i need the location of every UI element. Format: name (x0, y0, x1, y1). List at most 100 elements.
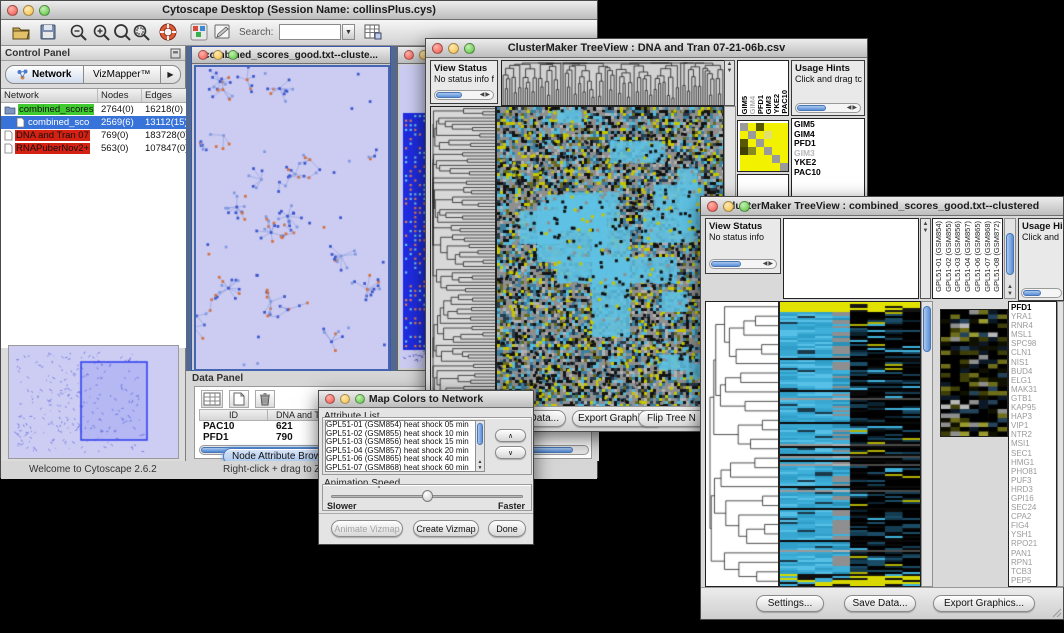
gene-list-item[interactable]: MSL1 (1011, 330, 1056, 339)
create-vizmap-button[interactable]: Create Vizmap (413, 520, 479, 537)
main-title-bar[interactable]: Cytoscape Desktop (Session Name: collins… (1, 1, 597, 20)
data-col-id[interactable]: ID (200, 410, 268, 420)
gene-list-item[interactable]: SPC98 (1011, 339, 1056, 348)
minimize-icon[interactable] (723, 201, 734, 212)
gene-list-item[interactable]: GTB1 (1011, 394, 1056, 403)
row-dendrogram[interactable] (705, 301, 779, 587)
table-row[interactable]: RNAPuberNov2+563(0)107847(0) (1, 142, 186, 155)
annotation-icon[interactable] (213, 23, 232, 41)
table-row[interactable]: combined_scores2764(0)16218(0) (1, 103, 186, 116)
zoom-window-icon[interactable] (39, 5, 50, 16)
move-attribute-down-button[interactable]: ∨ (495, 446, 526, 459)
gene-list-item[interactable]: SEC24 (1011, 503, 1056, 512)
attribute-table-icon[interactable] (363, 23, 382, 41)
gene-list-item[interactable]: FIG4 (1011, 521, 1056, 530)
col-header-nodes[interactable]: Nodes (98, 89, 142, 102)
heatmap-vscrollbar[interactable] (921, 301, 933, 587)
gene-list-item[interactable]: RPO21 (1011, 539, 1056, 548)
gene-list-item[interactable]: PFD1 (1011, 303, 1056, 312)
slider-thumb[interactable] (422, 490, 433, 502)
dna-column-labels[interactable]: GIM5GIM4PFD1GIM3YKE2PAC10 (737, 60, 789, 116)
column-dendrogram-area[interactable] (783, 218, 919, 299)
gene-list-item[interactable]: KAP95 (1011, 403, 1056, 412)
close-icon[interactable] (198, 50, 208, 60)
gene-list-item[interactable]: ELG1 (1011, 376, 1056, 385)
help-lifering-icon[interactable] (158, 22, 178, 42)
gene-list-item[interactable]: NTR2 (1011, 430, 1056, 439)
table-row[interactable]: combined_sco2569(6)13112(15) (1, 116, 186, 129)
delete-attribute-trash-icon[interactable] (255, 390, 275, 408)
combined-column-labels[interactable]: GPL51-01 (GSM854)GPL51-02 (GSM855)GPL51-… (932, 218, 1003, 299)
gene-list-item[interactable]: BUD4 (1011, 367, 1056, 376)
gene-list-item[interactable]: CLN1 (1011, 348, 1056, 357)
map-colors-titlebar[interactable]: Map Colors to Network (319, 391, 533, 408)
usage-hints-scrollbar[interactable] (1021, 288, 1062, 298)
zoom-selected-icon[interactable] (132, 23, 151, 42)
similarity-matrix[interactable] (737, 120, 789, 172)
save-icon[interactable] (39, 23, 57, 41)
treeview-dna-titlebar[interactable]: ClusterMaker TreeView : DNA and Tran 07-… (426, 39, 867, 58)
zoom-window-icon[interactable] (739, 201, 750, 212)
move-attribute-up-button[interactable]: ∧ (495, 429, 526, 442)
close-icon[interactable] (707, 201, 718, 212)
gene-list-item[interactable]: RNR4 (1011, 321, 1056, 330)
combined-gene-list[interactable]: PFD1YRA1RNR4MSL1SPC98CLN1NIS1BUD4ELG1MAK… (1008, 301, 1057, 587)
column-dendrogram[interactable] (501, 60, 725, 106)
gene-list-item[interactable]: SEC1 (1011, 449, 1056, 458)
gene-list-item[interactable]: YRA1 (1011, 312, 1056, 321)
network-canvas-1[interactable] (194, 65, 390, 371)
dendro-scroll-strip[interactable]: ▲▼ (724, 60, 735, 106)
animation-speed-slider[interactable] (331, 490, 523, 502)
view-status-scrollbar[interactable]: ◀▶ (709, 259, 777, 269)
settings-button[interactable]: Settings... (756, 595, 824, 612)
minimize-icon[interactable] (213, 50, 223, 60)
row-dendrogram[interactable] (430, 106, 496, 408)
tab-overflow-button[interactable]: ▶ (161, 65, 181, 84)
gene-list-item[interactable]: HRD3 (1011, 485, 1056, 494)
dendro-scroll-strip[interactable]: ▲▼ (920, 218, 931, 299)
zoom-window-icon[interactable] (228, 50, 238, 60)
col-header-network[interactable]: Network (1, 89, 98, 102)
attribute-listbox[interactable]: GPL51-01 (GSM854) heat shock 05 minGPL51… (325, 420, 485, 472)
export-graphics-button[interactable]: Export Graphics... (933, 595, 1035, 612)
new-attribute-icon[interactable] (229, 390, 249, 408)
gene-list-item[interactable]: PAN1 (1011, 549, 1056, 558)
gene-list-scrollbar[interactable] (1057, 301, 1064, 587)
close-icon[interactable] (432, 43, 443, 54)
gene-list-item[interactable]: PEP5 (1011, 576, 1056, 585)
done-button[interactable]: Done (488, 520, 526, 537)
view-status-scrollbar[interactable]: ◀▶ (434, 90, 494, 100)
gene-list-item[interactable]: YSH1 (1011, 530, 1056, 539)
close-icon[interactable] (404, 50, 414, 60)
vizmapper-icon[interactable] (190, 23, 208, 41)
treeview-combined-titlebar[interactable]: ClusterMaker TreeView : combined_scores_… (701, 197, 1063, 216)
gene-list-item[interactable]: PHO81 (1011, 467, 1056, 476)
expression-heatmap[interactable] (496, 106, 724, 408)
table-row[interactable]: DNA and Tran 07769(0)183728(0) (1, 129, 186, 142)
zoom-in-icon[interactable] (92, 23, 111, 42)
animate-vizmap-button[interactable]: Animate Vizmap (331, 520, 403, 537)
usage-hints-scrollbar[interactable]: ◀▶ (795, 103, 861, 113)
gene-list-item[interactable]: HAP3 (1011, 412, 1056, 421)
attribute-item[interactable]: GPL51-07 (GSM868) heat shock 60 min (326, 464, 484, 472)
gene-list-item[interactable]: GPI16 (1011, 494, 1056, 503)
float-panel-icon[interactable] (170, 48, 181, 59)
search-input[interactable] (279, 24, 341, 40)
zoom-window-icon[interactable] (355, 394, 365, 404)
zoom-fit-icon[interactable] (113, 23, 132, 42)
search-dropdown-icon[interactable]: ▼ (342, 24, 355, 40)
gene-list-item[interactable]: HMG1 (1011, 458, 1056, 467)
gene-list-item[interactable]: VIP1 (1011, 421, 1056, 430)
gene-list-item[interactable]: PAC10 (794, 168, 864, 178)
zoom-window-icon[interactable] (464, 43, 475, 54)
zoom-heatmap[interactable] (940, 309, 1008, 437)
gene-list-item[interactable]: RPN1 (1011, 558, 1056, 567)
tab-network[interactable]: Network (5, 65, 84, 84)
close-icon[interactable] (7, 5, 18, 16)
attribute-grid-icon[interactable] (201, 390, 223, 408)
network-overview[interactable] (8, 345, 179, 459)
tab-vizmapper[interactable]: VizMapper™ (84, 65, 162, 84)
expression-heatmap[interactable] (779, 301, 921, 587)
open-file-icon[interactable] (11, 23, 31, 41)
attribute-list-scrollbar[interactable]: ▲▼ (475, 420, 485, 472)
